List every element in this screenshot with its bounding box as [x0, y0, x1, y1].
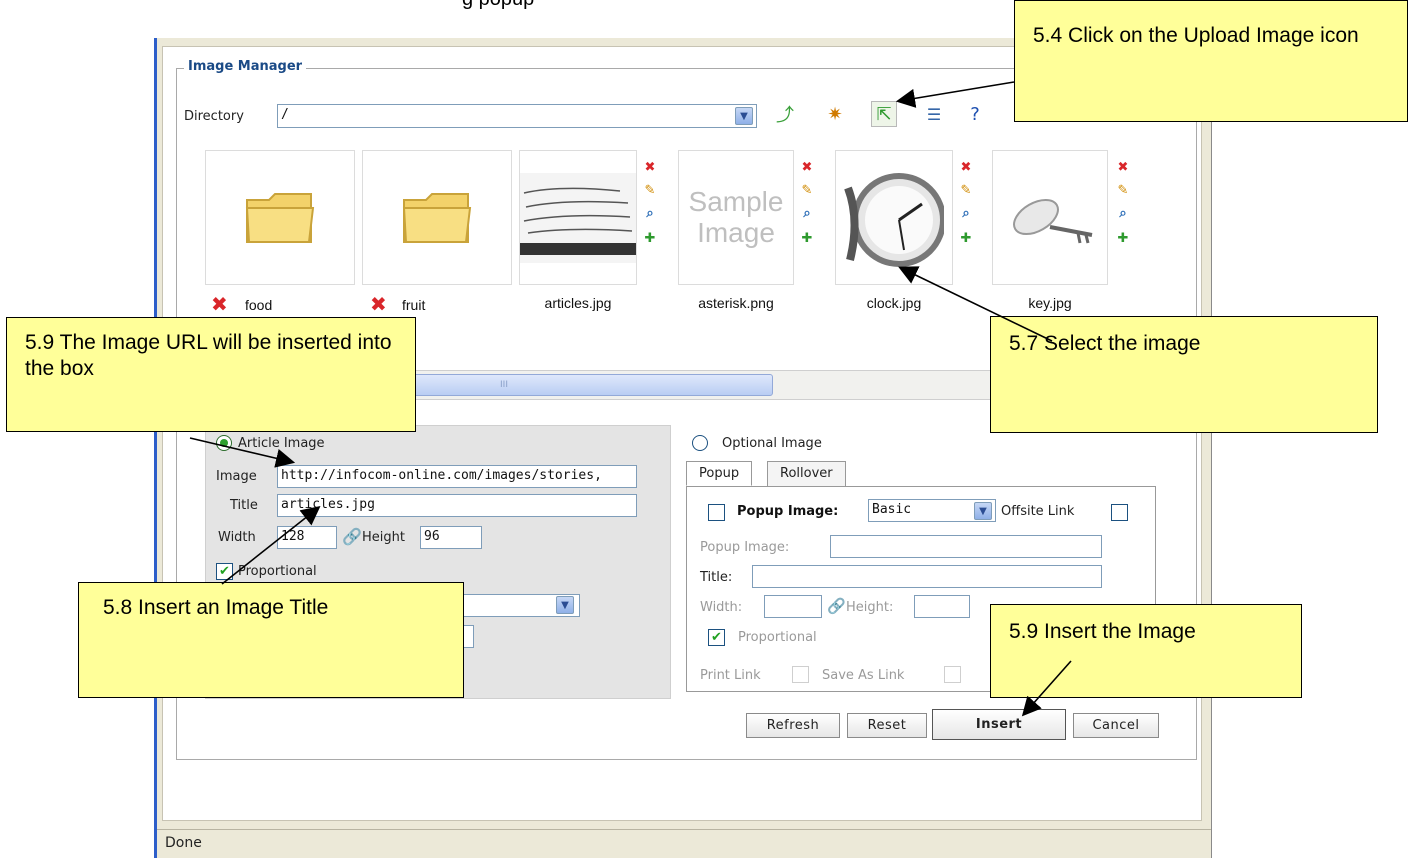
height-input[interactable]: 96: [420, 526, 482, 549]
preview-icon[interactable]: ⌕: [1114, 204, 1132, 222]
delete-icon[interactable]: ✖: [957, 158, 975, 176]
preview-icon[interactable]: ⌕: [641, 204, 659, 222]
popup-title-input[interactable]: [752, 565, 1102, 588]
upload-image-icon[interactable]: ⇱: [871, 101, 897, 127]
popup-image-input[interactable]: [830, 535, 1102, 558]
title-input[interactable]: articles.jpg: [277, 494, 637, 517]
help-icon[interactable]: ?: [962, 101, 988, 127]
article-image-radio[interactable]: [216, 435, 232, 451]
popup-proportional-checkbox[interactable]: ✔: [708, 629, 725, 646]
item-caption-asterisk: asterisk.png: [698, 295, 774, 311]
insert-icon[interactable]: ✚: [957, 229, 975, 247]
title-label: Title: [230, 498, 258, 513]
folder-icon: [245, 192, 315, 243]
insert-icon[interactable]: ✚: [1114, 229, 1132, 247]
header-text: g popup: [462, 0, 534, 11]
save-as-link-label: Save As Link: [822, 668, 905, 683]
item-caption-key: key.jpg: [1028, 295, 1072, 311]
chevron-down-icon[interactable]: ▼: [974, 502, 992, 520]
popup-width-input[interactable]: [764, 595, 822, 618]
chevron-down-icon[interactable]: ▼: [556, 596, 574, 614]
popup-image-field-label: Popup Image:: [700, 540, 790, 555]
width-input[interactable]: 128: [277, 526, 337, 549]
item-caption-articles: articles.jpg: [544, 295, 612, 311]
insert-icon[interactable]: ✚: [641, 229, 659, 247]
reset-button[interactable]: Reset: [847, 713, 927, 738]
save-as-link-checkbox[interactable]: [944, 666, 961, 683]
view-list-icon[interactable]: ☰: [921, 101, 947, 127]
article-image-label: Article Image: [238, 436, 325, 451]
rename-icon[interactable]: ✎: [641, 181, 659, 199]
sample-image-text-2: Image: [697, 216, 775, 248]
print-link-checkbox[interactable]: [792, 666, 809, 683]
tab-rollover[interactable]: Rollover: [767, 461, 846, 486]
proportional-label: Proportional: [238, 564, 317, 579]
refresh-button[interactable]: Refresh: [746, 713, 840, 738]
insert-icon[interactable]: ✚: [798, 229, 816, 247]
image-thumbnail-asterisk[interactable]: Sample Image: [678, 150, 794, 285]
callout-image-url: 5.9 The Image URL will be inserted into …: [6, 317, 416, 432]
clock-image: [844, 172, 944, 267]
sample-image-text-1: Sample: [688, 185, 784, 217]
popup-type-value: Basic: [872, 502, 912, 517]
folder-food-thumbnail[interactable]: [205, 150, 355, 285]
optional-image-label: Optional Image: [722, 436, 822, 451]
popup-proportional-label: Proportional: [738, 630, 817, 645]
rename-icon[interactable]: ✎: [798, 181, 816, 199]
item-caption-clock: clock.jpg: [866, 295, 922, 311]
image-url-input[interactable]: http://infocom-online.com/images/stories…: [277, 465, 637, 488]
preview-icon[interactable]: ⌕: [957, 204, 975, 222]
key-image: [1013, 198, 1093, 243]
insert-button[interactable]: Insert: [932, 709, 1066, 740]
folder-icon: [402, 192, 472, 243]
folder-fruit-thumbnail[interactable]: [362, 150, 512, 285]
delete-folder-food-icon[interactable]: ✖: [211, 292, 235, 316]
offsite-link-label: Offsite Link: [1001, 504, 1075, 519]
status-text: Done: [165, 835, 202, 851]
popup-height-label: Height:: [846, 600, 894, 615]
callout-insert-image: 5.9 Insert the Image: [990, 604, 1302, 698]
preview-icon[interactable]: ⌕: [798, 204, 816, 222]
popup-image-checkbox[interactable]: [708, 504, 725, 521]
delete-icon[interactable]: ✖: [641, 158, 659, 176]
up-directory-icon[interactable]: ⤴: [772, 101, 798, 127]
item-caption-food: food: [245, 297, 273, 313]
delete-icon[interactable]: ✖: [798, 158, 816, 176]
item-caption-fruit: fruit: [402, 297, 426, 313]
image-thumbnail-clock[interactable]: [835, 150, 953, 285]
chain-link-icon[interactable]: 🔗: [827, 597, 846, 615]
image-thumbnail-articles[interactable]: [519, 150, 637, 285]
articles-image: [520, 172, 636, 263]
offsite-link-checkbox[interactable]: [1111, 504, 1128, 521]
popup-height-input[interactable]: [914, 595, 970, 618]
directory-label: Directory: [184, 109, 244, 124]
image-thumbnail-key[interactable]: [992, 150, 1108, 285]
height-label: Height: [362, 530, 405, 545]
callout-select-image: 5.7 Select the image: [990, 316, 1378, 433]
optional-image-radio[interactable]: [692, 435, 708, 451]
directory-select[interactable]: /: [277, 104, 757, 128]
callout-upload-image: 5.4 Click on the Upload Image icon: [1014, 0, 1408, 122]
width-label: Width: [218, 530, 256, 545]
new-folder-icon[interactable]: ✷: [822, 101, 848, 127]
directory-value: /: [281, 107, 289, 122]
popup-title-label: Title:: [700, 570, 733, 585]
image-manager-legend: Image Manager: [184, 59, 307, 74]
scrollbar-grip: III: [500, 380, 508, 390]
print-link-label: Print Link: [700, 668, 761, 683]
popup-width-label: Width:: [700, 600, 743, 615]
delete-folder-fruit-icon[interactable]: ✖: [370, 292, 394, 316]
tab-popup[interactable]: Popup: [686, 461, 753, 486]
chain-link-icon[interactable]: 🔗: [342, 527, 362, 546]
cancel-button[interactable]: Cancel: [1073, 713, 1159, 738]
callout-image-title: 5.8 Insert an Image Title: [78, 582, 464, 698]
rename-icon[interactable]: ✎: [957, 181, 975, 199]
proportional-checkbox[interactable]: ✔: [216, 563, 233, 580]
chevron-down-icon[interactable]: ▼: [735, 107, 753, 125]
rename-icon[interactable]: ✎: [1114, 181, 1132, 199]
status-bar: Done: [157, 829, 1211, 858]
image-url-label: Image: [216, 469, 257, 484]
popup-image-label: Popup Image:: [737, 504, 839, 519]
delete-icon[interactable]: ✖: [1114, 158, 1132, 176]
